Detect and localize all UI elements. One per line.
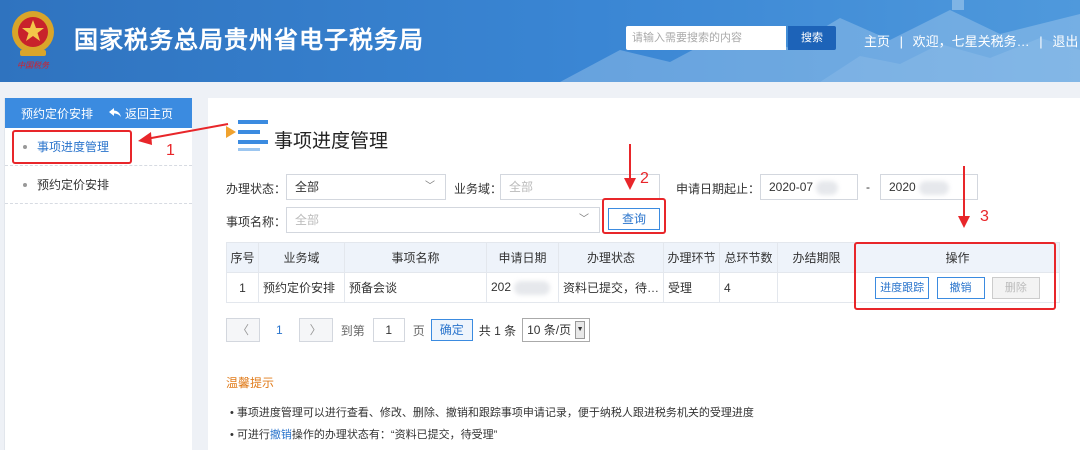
site-title: 国家税务总局贵州省电子税务局: [74, 27, 424, 54]
top-nav: 主页 | 欢迎，七星关税务… | 退出: [864, 31, 1080, 50]
date-start-input[interactable]: 2020-07: [760, 174, 858, 200]
tip-line: • 可进行撤销操作的办理状态有：“资料已提交，待受理”: [230, 429, 498, 441]
annotation-label-3: 3: [980, 208, 989, 225]
sidebar-header: 预约定价安排 返回主页: [5, 98, 192, 128]
annotation-box-3: [854, 242, 1056, 310]
cell-step: 受理: [663, 272, 721, 303]
col-header: 序号: [226, 242, 259, 273]
status-label: 办理状态：: [226, 182, 287, 196]
date-separator: -: [866, 180, 870, 194]
redacted-blur: [514, 280, 551, 295]
top-header: 中国税务 国家税务总局贵州省电子税务局 请输入需要搜索的内容 搜索 主页 | 欢…: [0, 0, 1080, 82]
dropdown-arrow-icon: ▼: [575, 321, 586, 339]
col-header: 办理状态: [557, 242, 665, 273]
col-header: 办结期限: [777, 242, 857, 273]
page-unit-label: 页: [412, 323, 425, 338]
redacted-blur: [816, 180, 839, 195]
col-header: 总环节数: [719, 242, 779, 273]
chevron-down-icon: ﹀: [425, 181, 435, 192]
page-list-icon: [226, 120, 268, 151]
annotation-box-2: [602, 198, 666, 234]
goto-label: 到第: [340, 323, 365, 338]
cell-deadline: [777, 272, 857, 303]
svg-text:中国税务: 中国税务: [17, 61, 50, 70]
search-input[interactable]: 请输入需要搜索的内容: [626, 26, 786, 50]
cell-domain: 预约定价安排: [258, 272, 345, 303]
date-end-input[interactable]: 2020: [880, 174, 978, 200]
item-name-label: 事项名称：: [226, 215, 287, 229]
page-size-value: 10 条/页: [527, 323, 572, 337]
next-page-button[interactable]: 〉: [298, 318, 333, 342]
cell-status: 资料已提交，待…: [557, 272, 665, 303]
col-header: 办理环节: [663, 242, 721, 273]
tip-revoke-link[interactable]: 撤销: [270, 429, 292, 441]
nav-exit-link[interactable]: 退出: [1052, 34, 1078, 49]
prev-page-button[interactable]: 〈: [226, 318, 260, 342]
nav-separator: |: [899, 34, 904, 49]
status-select-value: 全部: [295, 180, 320, 194]
sidebar-item-pricing[interactable]: 预约定价安排: [5, 166, 192, 204]
cell-item-name: 预备会谈: [344, 272, 487, 303]
annotation-label-1: 1: [166, 142, 175, 159]
current-page-number[interactable]: 1: [276, 323, 283, 337]
tip-text: 事项进度管理可以进行查看、修改、删除、撤销和跟踪事项申请记录，便于纳税人跟进税务…: [236, 407, 754, 419]
back-home-label: 返回主页: [125, 106, 174, 121]
sidebar-title: 预约定价安排: [21, 106, 94, 121]
back-home-link[interactable]: 返回主页: [109, 105, 173, 122]
total-count: 共 1 条: [478, 323, 517, 338]
nav-separator: |: [1039, 34, 1043, 49]
annotation-label-2: 2: [640, 170, 649, 187]
tip-line: • 事项进度管理可以进行查看、修改、删除、撤销和跟踪事项申请记录，便于纳税人跟进…: [230, 407, 754, 419]
cell-date: 202: [486, 272, 559, 303]
domain-label: 业务域：: [454, 182, 503, 196]
pagination: 〈 1 〉 到第 1 页 确定 共 1 条 10 条/页 ▼: [226, 318, 591, 342]
nav-home-link[interactable]: 主页: [864, 34, 890, 49]
redacted-blur: [919, 180, 950, 195]
page-number-input[interactable]: 1: [372, 318, 405, 342]
tax-emblem-logo: 中国税务: [12, 11, 54, 70]
sidebar-item-label: 预约定价安排: [37, 178, 110, 192]
tip-text-prefix: 可进行: [236, 429, 270, 441]
cell-date-value: 202: [491, 280, 512, 295]
date-start-value: 2020-07: [769, 180, 814, 194]
col-header: 业务域: [258, 242, 345, 273]
item-name-select[interactable]: 全部 ﹀: [286, 207, 600, 233]
tip-text-suffix: 操作的办理状态有：“资料已提交，待受理”: [291, 429, 498, 441]
domain-select[interactable]: 全部: [500, 174, 660, 200]
page-size-select[interactable]: 10 条/页 ▼: [522, 318, 591, 342]
domain-select-placeholder: 全部: [509, 180, 534, 194]
annotation-box-1: [12, 130, 132, 164]
col-header: 申请日期: [486, 242, 559, 273]
nav-welcome-text: 欢迎，七星关税务…: [912, 34, 1030, 49]
status-select[interactable]: 全部 ﹀: [286, 174, 446, 200]
chevron-down-icon: ﹀: [579, 214, 589, 225]
cell-total-steps: 4: [719, 272, 779, 303]
date-end-value: 2020: [889, 180, 916, 194]
back-arrow-icon: [109, 108, 121, 117]
goto-confirm-button[interactable]: 确定: [430, 319, 473, 341]
bullet-icon: [23, 182, 27, 187]
date-range-label: 申请日期起止：: [676, 182, 761, 196]
page-title: 事项进度管理: [274, 131, 389, 152]
tips-title: 温馨提示: [226, 376, 275, 390]
col-header: 事项名称: [344, 242, 487, 273]
cell-index: 1: [226, 272, 259, 303]
item-name-placeholder: 全部: [295, 213, 320, 227]
search-button[interactable]: 搜索: [788, 26, 836, 50]
